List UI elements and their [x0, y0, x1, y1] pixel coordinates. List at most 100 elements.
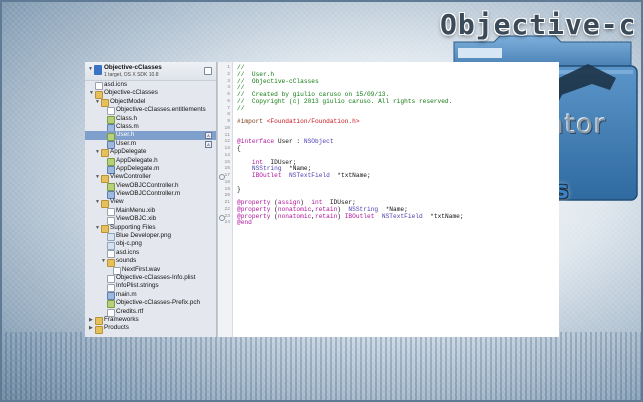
disclosure-open-icon[interactable]: ▼: [95, 98, 100, 106]
tree-item-label: ViewOBJCController.m: [116, 190, 181, 198]
code-line: //: [237, 105, 244, 113]
code-line: @property (nonatomic,retain) IBOutlet NS…: [237, 212, 464, 221]
tree-item-label: User.m: [116, 139, 136, 147]
tree-item[interactable]: ViewOBJCController.h: [85, 181, 216, 191]
tree-item-label: Blue Developer.png: [116, 232, 171, 240]
project-header[interactable]: ▼ Objective-cClasses 1 target, OS X SDK …: [85, 62, 216, 81]
tree-item[interactable]: NextFirst.wav: [85, 265, 216, 275]
tree-item-label: obj-c.png: [116, 240, 142, 248]
code-line: }: [237, 185, 241, 194]
tree-item[interactable]: ▶ Frameworks: [85, 315, 216, 326]
code-line: @interface User : NSObject: [237, 138, 334, 146]
tree-item[interactable]: Objective-cClasses-Prefix.pch: [85, 299, 216, 309]
line-number: 13: [224, 146, 230, 151]
line-number: 22: [224, 206, 230, 212]
tree-item[interactable]: ▼ AppDelegate: [85, 148, 216, 158]
tree-item-label: Products: [104, 324, 129, 332]
tree-item[interactable]: InfoPlist.strings: [85, 282, 216, 292]
code-token: <Foundation/Foundation.h>: [266, 118, 360, 125]
line-number: 2: [227, 71, 230, 77]
tree-item[interactable]: Credits.rtf: [85, 307, 216, 317]
tree-item[interactable]: AppDelegate.h: [85, 156, 216, 166]
tree-item[interactable]: User.h A: [85, 131, 216, 141]
tree-item-label: AppDelegate.h: [116, 156, 158, 164]
tree-item[interactable]: asd.icns: [85, 248, 216, 259]
tree-item-label: ViewOBJCController.h: [116, 181, 179, 189]
disclosure-closed-icon[interactable]: ▶: [89, 324, 93, 332]
line-number: 15: [224, 159, 230, 165]
tree-item[interactable]: ViewOBJCController.m: [85, 190, 216, 200]
tree-item[interactable]: AppDelegate.m: [85, 165, 216, 175]
tree-item-label: Objective-cClasses: [104, 89, 158, 97]
tree-item[interactable]: main.m: [85, 291, 216, 301]
tree-item-label: ViewOBJC.xib: [116, 215, 157, 223]
code-token: // Objective-cClasses: [237, 77, 319, 85]
code-token: User :: [274, 138, 304, 146]
code-token: }: [237, 185, 241, 193]
disclosure-open-icon[interactable]: ▼: [101, 257, 106, 265]
line-number: 10: [224, 125, 230, 131]
tree-item[interactable]: Class.h: [85, 115, 216, 124]
code-editor[interactable]: 1 2 3 4 5 6 7 8 9 10 11 12 13 14 15 16 17 18 19 20 21 22 23 24 …: [217, 62, 559, 337]
disclosure-open-icon[interactable]: ▼: [95, 173, 100, 181]
code-token: // Copyright (c) 2013 giulio caruso. All…: [237, 97, 453, 105]
code-token: *txtName;: [422, 212, 464, 220]
disclosure-closed-icon[interactable]: ▶: [89, 316, 93, 324]
code-token: retain: [315, 212, 338, 220]
tree-item[interactable]: ▶ Products: [85, 324, 216, 334]
file-tree: asd.icns ▼ Objective-cClasses ▼ ObjectModel O…: [85, 81, 216, 334]
line-number: 9: [227, 119, 230, 124]
code-token: {: [237, 145, 241, 152]
tree-item-label: Supporting Files: [110, 223, 156, 231]
tree-item-label: Credits.rtf: [116, 307, 144, 315]
project-subtitle: 1 target, OS X SDK 10.8: [104, 72, 159, 78]
tree-item-label: ObjectModel: [110, 97, 146, 105]
code-token: @end: [237, 219, 252, 227]
line-number: 5: [227, 92, 230, 97]
disclosure-open-icon[interactable]: ▼: [95, 198, 100, 206]
tree-item-label: View: [110, 198, 124, 206]
tree-item-label: User.h: [116, 131, 135, 139]
tree-item[interactable]: ▼ Supporting Files: [85, 223, 216, 233]
tree-item-label: NextFirst.wav: [122, 265, 161, 273]
tree-item[interactable]: ▼ View: [85, 198, 216, 208]
tree-item[interactable]: MainMenu.xib: [85, 206, 216, 217]
project-badge-icon: [204, 67, 212, 75]
scm-status-badge: A: [205, 132, 212, 140]
line-number: 11: [224, 132, 230, 138]
disclosure-triangle-icon[interactable]: ▼: [88, 66, 93, 72]
code-line: @end: [237, 219, 252, 227]
disclosure-open-icon[interactable]: ▼: [89, 89, 94, 97]
code-token: IBOutlet: [251, 172, 282, 179]
disclosure-open-icon[interactable]: ▼: [95, 224, 100, 232]
disclosure-open-icon[interactable]: ▼: [95, 148, 100, 156]
background-stripes: [0, 332, 643, 402]
line-number: 19: [224, 186, 230, 192]
tree-item[interactable]: obj-c.png: [85, 240, 216, 250]
tree-item[interactable]: ▼ Objective-cClasses: [85, 89, 216, 99]
tree-item[interactable]: ▼ ObjectModel: [85, 97, 216, 108]
tree-item[interactable]: asd.icns: [85, 81, 216, 91]
tree-item[interactable]: Objective-cClasses.entitlements: [85, 106, 216, 116]
tree-item[interactable]: ViewOBJC.xib: [85, 215, 216, 225]
tree-item[interactable]: ▼ sounds: [85, 257, 216, 267]
tree-item-label: AppDelegate: [110, 148, 147, 156]
tree-item[interactable]: ▼ ViewController: [85, 173, 216, 183]
code-token: @interface: [237, 138, 275, 146]
tree-item-label: Frameworks: [104, 315, 139, 323]
line-number: 6: [227, 98, 230, 104]
tree-item[interactable]: Class.m: [85, 123, 216, 133]
code-line: // Copyright (c) 2013 giulio caruso. All…: [237, 97, 453, 106]
line-number: 23: [224, 213, 230, 219]
tree-item[interactable]: Blue Developer.png: [85, 232, 216, 242]
line-number: 7: [227, 105, 230, 111]
code-token: nonatomic: [277, 212, 312, 220]
tree-item-label: MainMenu.xib: [116, 206, 156, 214]
code-token: (: [270, 212, 278, 220]
tree-item[interactable]: User.m A: [85, 139, 216, 150]
code-token: *txtName;: [329, 172, 371, 179]
tree-item[interactable]: Objective-cClasses-Info.plist: [85, 274, 216, 284]
tree-item-label: asd.icns: [116, 248, 140, 256]
scm-status-badge: A: [205, 140, 212, 148]
